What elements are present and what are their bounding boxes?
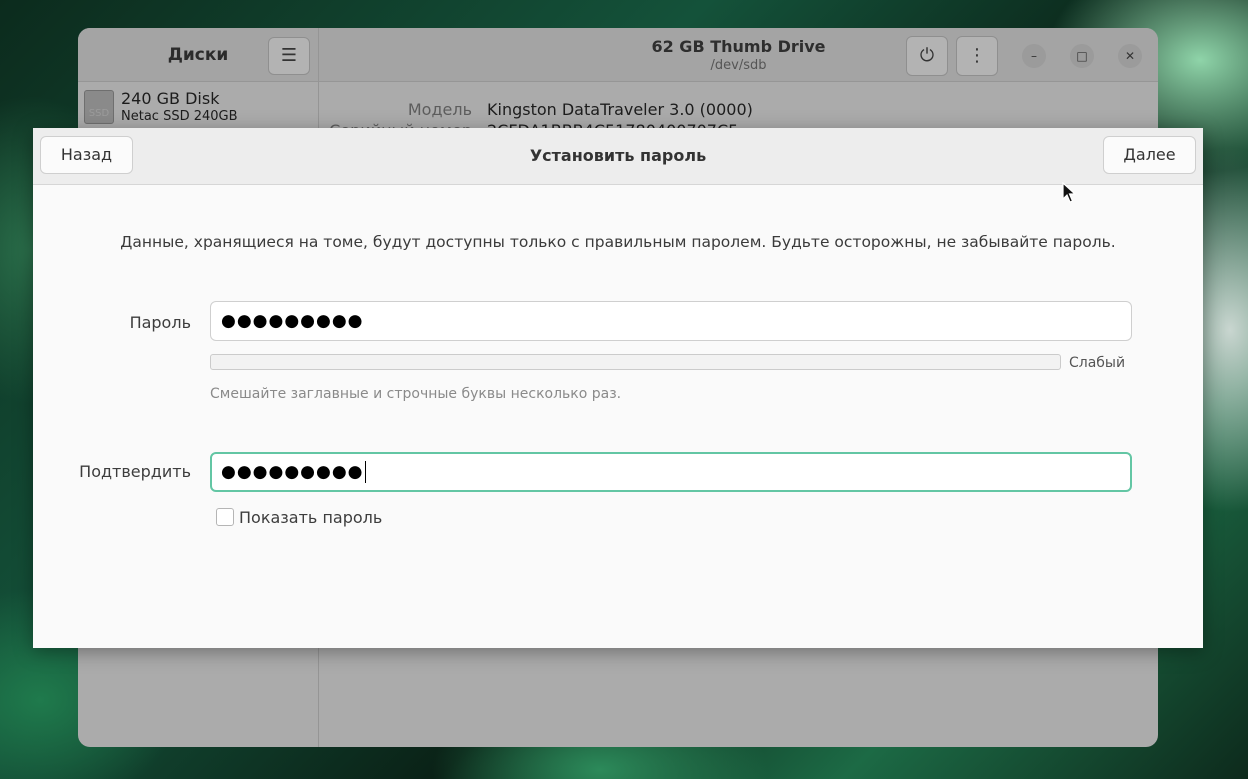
confirm-password-value: ●●●●●●●●●: [221, 462, 364, 482]
menu-button[interactable]: ☰: [268, 37, 310, 75]
mouse-pointer-icon: [1062, 181, 1077, 208]
password-strength-label: Слабый: [1069, 355, 1126, 371]
disk-name: 240 GB Disk: [121, 89, 220, 108]
show-password-checkbox[interactable]: [216, 508, 234, 526]
minimize-icon: –: [1031, 49, 1037, 63]
maximize-icon: □: [1076, 49, 1088, 63]
ssd-icon: SSD: [84, 90, 114, 124]
close-icon: ✕: [1124, 49, 1136, 63]
vertical-ellipsis-icon: ⋮: [968, 45, 986, 66]
hamburger-icon: ☰: [280, 45, 298, 66]
more-options-button[interactable]: ⋮: [956, 36, 998, 76]
show-password-label[interactable]: Показать пароль: [239, 508, 382, 527]
set-password-dialog: Назад Установить пароль Далее Данные, хр…: [33, 128, 1203, 648]
confirm-label: Подтвердить: [79, 462, 191, 481]
text-caret: [364, 461, 366, 483]
disk-model: Netac SSD 240GB: [121, 109, 238, 124]
password-field[interactable]: ●●●●●●●●●: [210, 301, 1132, 341]
power-icon: ⏻: [919, 45, 935, 66]
dialog-description: Данные, хранящиеся на томе, будут доступ…: [120, 233, 1116, 251]
password-strength-bar: [210, 354, 1061, 370]
confirm-password-field[interactable]: ●●●●●●●●●: [210, 452, 1132, 492]
model-value: Kingston DataTraveler 3.0 (0000): [487, 100, 753, 119]
disk-list-item[interactable]: SSD 240 GB Disk Netac SSD 240GB: [78, 82, 318, 128]
dialog-title: Установить пароль: [529, 146, 707, 165]
next-button[interactable]: Далее: [1103, 136, 1196, 174]
maximize-button[interactable]: □: [1070, 44, 1094, 68]
power-button[interactable]: ⏻: [906, 36, 948, 76]
close-button[interactable]: ✕: [1118, 44, 1142, 68]
password-hint: Смешайте заглавные и строчные буквы неск…: [210, 386, 622, 402]
model-label: Модель: [407, 100, 472, 119]
password-value: ●●●●●●●●●: [221, 311, 364, 331]
password-label: Пароль: [129, 313, 191, 332]
minimize-button[interactable]: –: [1022, 44, 1046, 68]
